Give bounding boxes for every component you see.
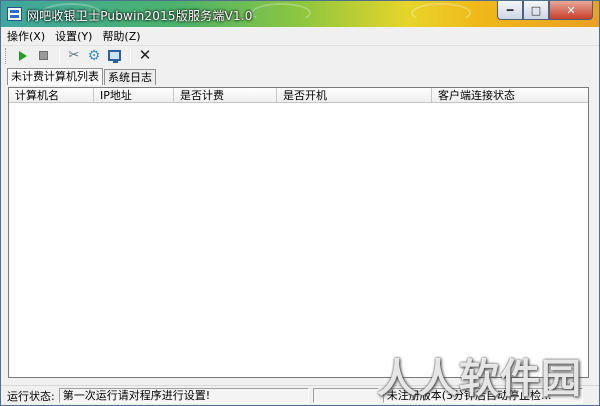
tab-system-log[interactable]: 系统日志 (104, 69, 156, 85)
menu-bar: 操作(X) 设置(Y) 帮助(Z) (1, 27, 599, 45)
exit-button[interactable]: ✕ (136, 47, 154, 65)
status-label: 运行状态: (7, 389, 55, 403)
close-icon: ✕ (138, 46, 152, 64)
gear-icon: ⚙ (87, 47, 101, 64)
menu-settings[interactable]: 设置(Y) (55, 28, 92, 44)
monitor-icon (107, 50, 121, 63)
toolbar-separator (59, 47, 60, 64)
play-icon (19, 50, 27, 61)
status-panel-blank (312, 388, 379, 403)
decor-swirl (251, 3, 311, 23)
settings-button[interactable]: ⚙ (85, 47, 103, 65)
main-window: 网吧收银卫士Pubwin2015版服务端V1.0 ━ □ ✕ 操作(X) 设置(… (0, 0, 600, 406)
window-title: 网吧收银卫士Pubwin2015版服务端V1.0 (27, 9, 253, 23)
computer-list[interactable]: 计算机名 IP地址 是否计费 是否开机 客户端连接状态 (8, 87, 589, 378)
toolbar-separator (130, 47, 131, 64)
tab-unbilled-computers[interactable]: 未计费计算机列表 (7, 68, 103, 85)
list-header: 计算机名 IP地址 是否计费 是否开机 客户端连接状态 (9, 88, 588, 103)
column-is-billed[interactable]: 是否计费 (174, 88, 277, 103)
toolbar: ✂ ⚙ ✕ (1, 45, 599, 65)
monitor-button[interactable] (105, 47, 123, 65)
toolbar-grip[interactable] (5, 47, 8, 64)
title-bar[interactable]: 网吧收银卫士Pubwin2015版服务端V1.0 ━ □ ✕ (1, 1, 599, 27)
stop-button[interactable] (34, 47, 52, 65)
start-button[interactable] (14, 47, 32, 65)
status-license: 未注册版本(3分钟后自动停止检... (382, 388, 583, 403)
status-message: 第一次运行请对程序进行设置! (58, 388, 309, 403)
window-controls: ━ □ ✕ (497, 1, 593, 20)
menu-operation[interactable]: 操作(X) (7, 28, 45, 44)
tools-button[interactable]: ✂ (65, 47, 83, 65)
maximize-button[interactable]: □ (523, 1, 549, 20)
tools-icon: ✂ (68, 48, 80, 63)
column-computer-name[interactable]: 计算机名 (9, 88, 94, 103)
app-icon (7, 7, 22, 21)
column-ip-address[interactable]: IP地址 (94, 88, 174, 103)
status-bar: 运行状态: 第一次运行请对程序进行设置! 未注册版本(3分钟后自动停止检... (1, 385, 599, 405)
close-button[interactable]: ✕ (549, 1, 593, 20)
decor-swirl (411, 3, 471, 23)
column-is-powered-on[interactable]: 是否开机 (277, 88, 432, 103)
tab-strip: 未计费计算机列表 系统日志 (7, 68, 157, 85)
stop-icon (38, 51, 48, 60)
menu-help[interactable]: 帮助(Z) (102, 28, 140, 44)
minimize-button[interactable]: ━ (497, 1, 523, 20)
column-client-status[interactable]: 客户端连接状态 (432, 88, 588, 103)
